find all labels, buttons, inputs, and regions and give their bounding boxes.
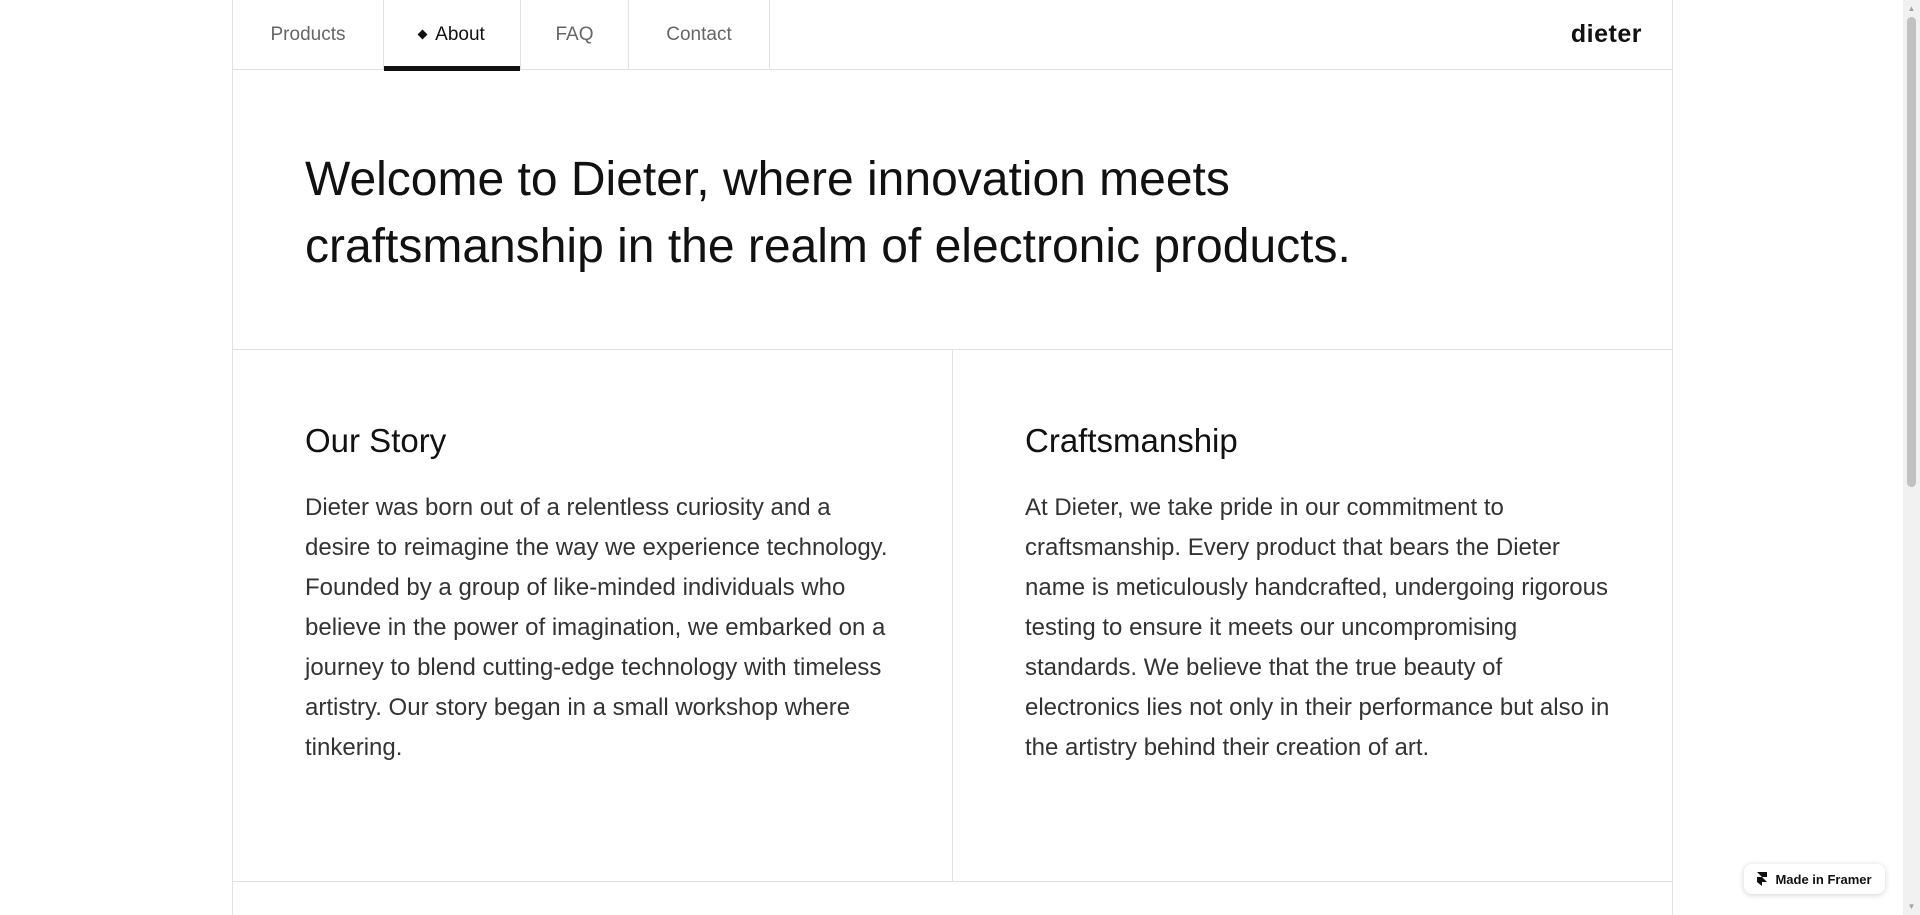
tab-contact[interactable]: Contact: [629, 0, 770, 70]
active-diamond-icon: [417, 29, 428, 39]
scroll-up-arrow-icon[interactable]: ▲: [1903, 0, 1920, 17]
hero-heading-line1: Welcome to Dieter, where innovation meet…: [305, 153, 1230, 206]
nav-tabs: Products About FAQ Contact: [233, 0, 770, 71]
hero-section: Welcome to Dieter, where innovation meet…: [233, 70, 1672, 350]
tab-label: Contact: [666, 24, 732, 45]
our-story-section: Our Story Dieter was born out of a relen…: [233, 350, 953, 881]
tab-about[interactable]: About: [384, 0, 521, 71]
made-in-framer-badge[interactable]: Made in Framer: [1744, 864, 1885, 894]
badge-label: Made in Framer: [1775, 871, 1872, 887]
tab-products[interactable]: Products: [233, 0, 384, 70]
hero-heading-line2: craftsmanship in the realm of electronic…: [305, 220, 1351, 273]
tab-label: About: [435, 24, 485, 45]
top-nav: Products About FAQ Contact dieter: [233, 0, 1672, 71]
framer-icon: [1757, 872, 1768, 886]
content-frame: Products About FAQ Contact dieter Welcom…: [232, 0, 1673, 915]
vertical-scrollbar[interactable]: ▲ ▼: [1903, 0, 1920, 915]
info-columns: Our Story Dieter was born out of a relen…: [233, 350, 1672, 882]
scroll-thumb[interactable]: [1907, 17, 1916, 487]
hero-heading: Welcome to Dieter, where innovation meet…: [305, 146, 1505, 280]
page: Products About FAQ Contact dieter Welcom…: [0, 0, 1903, 915]
tab-faq[interactable]: FAQ: [521, 0, 629, 70]
tab-label: Products: [270, 24, 346, 45]
section-body: Dieter was born out of a relentless curi…: [305, 494, 888, 761]
tab-label: FAQ: [555, 24, 594, 45]
section-title: Our Story: [305, 422, 447, 459]
craftsmanship-section: Craftsmanship At Dieter, we take pride i…: [953, 350, 1672, 881]
scroll-down-arrow-icon[interactable]: ▼: [1903, 898, 1920, 915]
brand-logo[interactable]: dieter: [1571, 20, 1642, 49]
section-title: Craftsmanship: [1025, 422, 1238, 459]
section-body: At Dieter, we take pride in our commitme…: [1025, 494, 1610, 761]
